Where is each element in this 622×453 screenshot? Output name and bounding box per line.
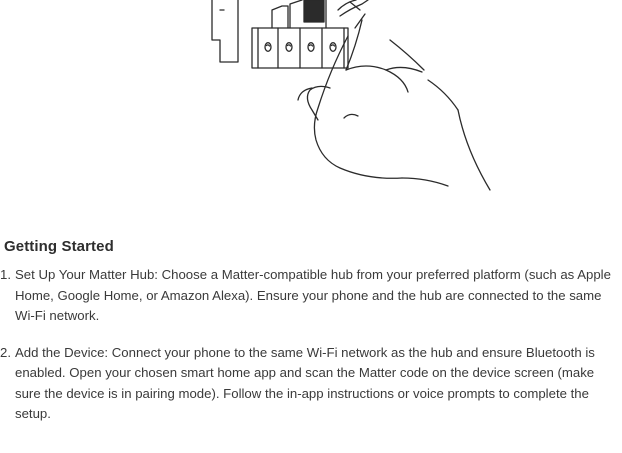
list-item: 1. Set Up Your Matter Hub: Choose a Matt…: [0, 265, 620, 327]
list-item: 2. Add the Device: Connect your phone to…: [0, 343, 620, 425]
step-text: Add the Device: Connect your phone to th…: [15, 344, 595, 422]
step-number: 2.: [0, 344, 11, 360]
steps-list: 1. Set Up Your Matter Hub: Choose a Matt…: [0, 265, 620, 441]
section-title: Getting Started: [4, 238, 114, 255]
step-number: 1.: [0, 267, 11, 282]
hand-pressing-device-icon: [190, 0, 510, 195]
step-text: Set Up Your Matter Hub: Choose a Matter-…: [15, 267, 611, 323]
